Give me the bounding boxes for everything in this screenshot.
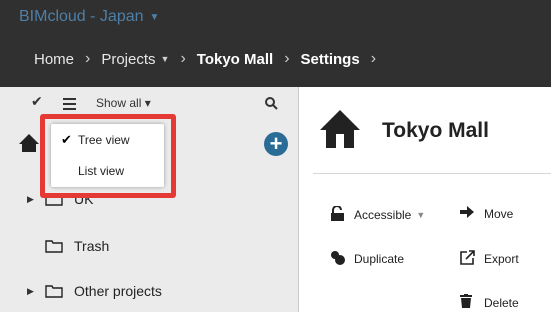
export-button[interactable]: Export — [460, 250, 519, 268]
duplicate-button[interactable]: Duplicate — [330, 250, 404, 268]
folder-icon — [45, 284, 63, 301]
tree-item-label: Trash — [74, 238, 110, 254]
server-selector[interactable]: BIMcloud - Japan ▼ — [19, 8, 159, 26]
unlock-icon — [330, 205, 354, 224]
tree-item-label: Other projects — [74, 283, 162, 299]
project-settings-panel: Tokyo Mall Accessible ▼ Move Duplicate E… — [299, 87, 551, 312]
breadcrumb: Home › Projects ▼ › Tokyo Mall › Setting… — [34, 50, 387, 68]
project-title: Tokyo Mall — [382, 119, 489, 142]
arrow-right-icon — [460, 206, 484, 221]
duplicate-icon — [330, 250, 354, 268]
project-house-icon — [317, 108, 363, 155]
show-all-filter[interactable]: Show all ▾ — [96, 96, 151, 110]
top-header: BIMcloud - Japan ▼ Home › Projects ▼ › T… — [0, 0, 551, 87]
tree-item-trash[interactable]: Trash — [0, 228, 298, 264]
tree-item-other-projects[interactable]: ▶ Other projects — [0, 273, 298, 309]
move-button[interactable]: Move — [460, 206, 513, 221]
chevron-down-icon[interactable]: ▼ — [161, 54, 170, 64]
accessible-button[interactable]: Accessible ▼ — [330, 205, 426, 224]
chevron-right-icon: › — [85, 50, 91, 67]
highlight-box — [40, 114, 176, 198]
trash-icon — [460, 294, 484, 311]
app-title: BIMcloud - Japan — [19, 8, 144, 25]
chevron-right-icon: › — [284, 50, 290, 67]
breadcrumb-settings[interactable]: Settings — [301, 51, 360, 68]
menu-icon[interactable] — [63, 98, 76, 113]
breadcrumb-project[interactable]: Tokyo Mall — [197, 51, 273, 68]
chevron-right-icon: › — [180, 50, 186, 67]
chevron-right-icon: › — [370, 50, 377, 67]
chevron-down-icon: ▼ — [416, 210, 426, 220]
folder-icon — [45, 239, 63, 256]
expand-arrow-icon[interactable]: ▶ — [27, 286, 34, 297]
add-button[interactable]: + — [264, 132, 288, 156]
search-icon[interactable] — [265, 97, 278, 115]
breadcrumb-projects[interactable]: Projects — [101, 51, 155, 68]
chevron-down-icon: ▼ — [149, 11, 160, 23]
breadcrumb-home[interactable]: Home — [34, 51, 74, 68]
export-icon — [460, 250, 484, 268]
expand-arrow-icon[interactable]: ▶ — [27, 194, 34, 205]
divider — [313, 173, 551, 174]
checkmark-icon[interactable]: ✔ — [31, 93, 43, 110]
delete-button[interactable]: Delete — [460, 294, 519, 311]
project-house-icon — [18, 133, 40, 158]
